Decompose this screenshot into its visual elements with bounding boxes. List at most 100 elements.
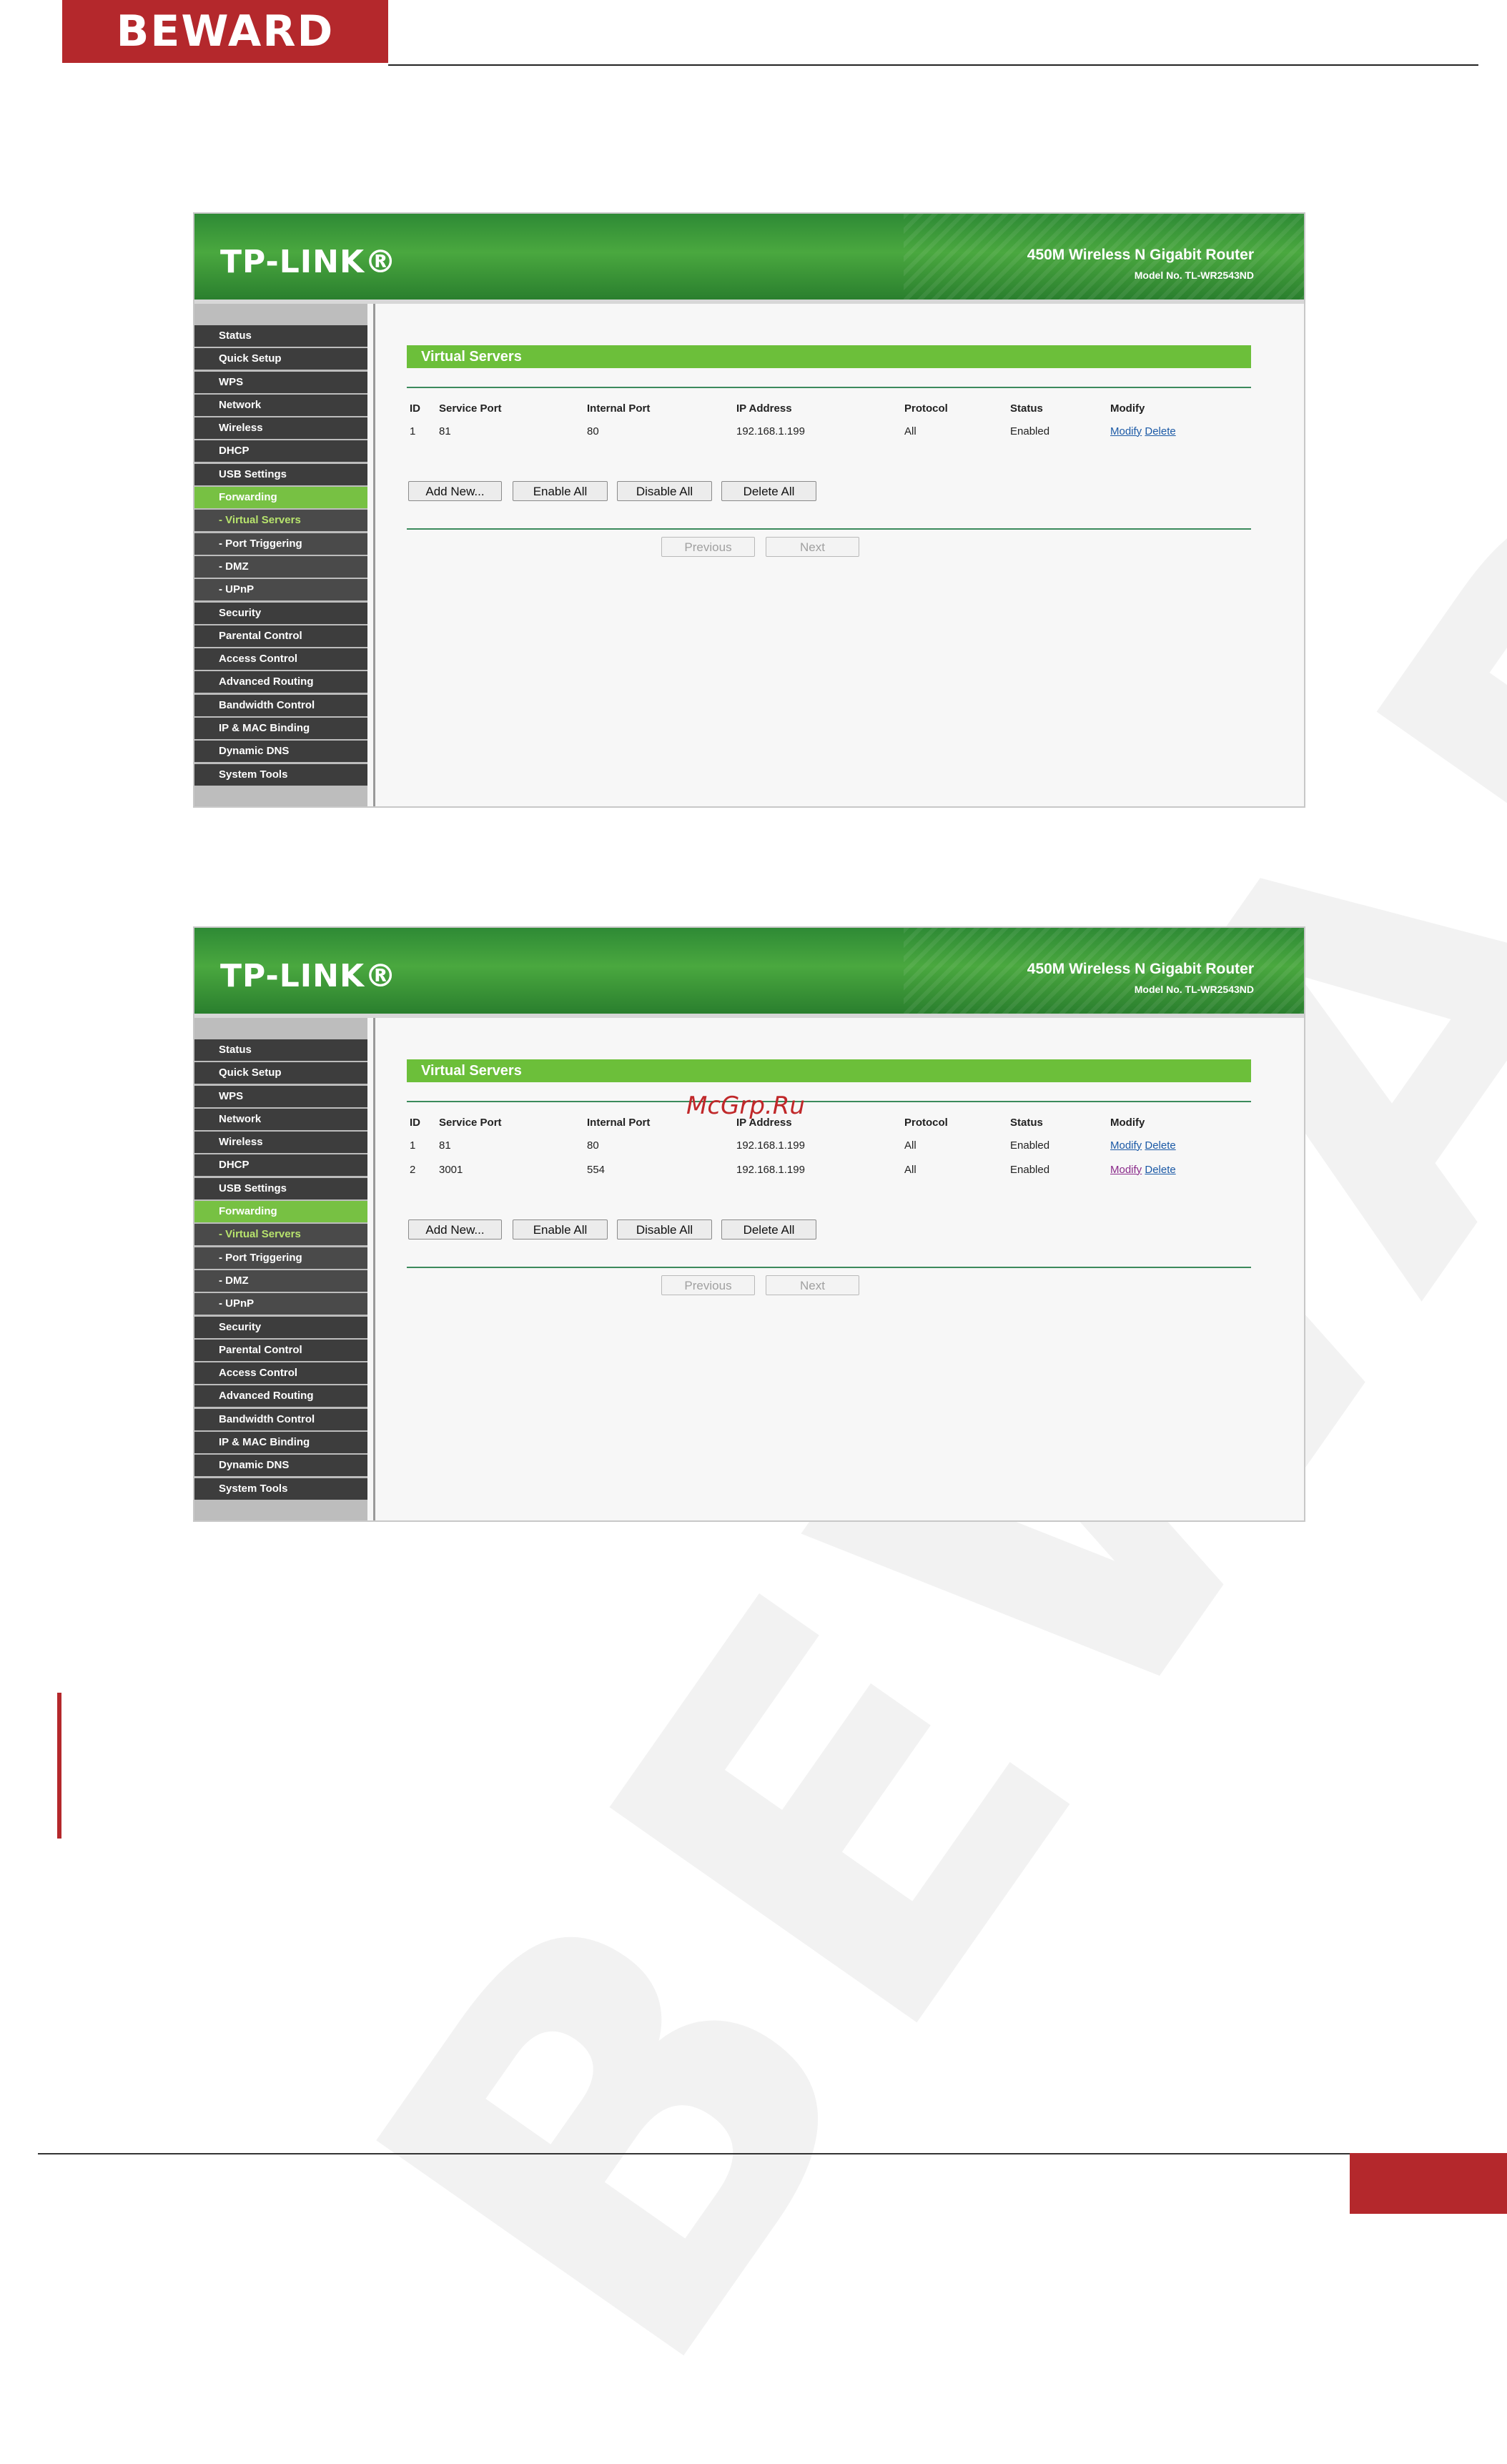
cell-internal-port: 80 [587,1139,599,1152]
cell-modify: Modify Delete [1107,419,1271,443]
cell-modify: Modify Delete [1107,1157,1271,1182]
divider-bottom [407,528,1251,530]
sidebar-item-usb-settings[interactable]: USB Settings [194,463,367,485]
sidebar-item-quick-setup[interactable]: Quick Setup [194,1062,367,1084]
column-header-service-port: Service Port [439,402,502,415]
cell-ip: 192.168.1.199 [736,425,805,437]
sidebar-item-parental-control[interactable]: Parental Control [194,1339,367,1361]
next-button[interactable]: Next [766,537,859,557]
previous-button[interactable]: Previous [661,1275,755,1295]
sidebar-item-status[interactable]: Status [194,1039,367,1061]
sidebar-item-forwarding[interactable]: Forwarding [194,1201,367,1223]
sidebar-item-dynamic-dns[interactable]: Dynamic DNS [194,1455,367,1477]
sidebar-item-port-triggering[interactable]: - Port Triggering [194,1247,367,1269]
footer-brand-block [1350,2153,1507,2214]
sidebar-item-network[interactable]: Network [194,1108,367,1130]
cell-ip: 192.168.1.199 [736,1163,805,1176]
sidebar-item-ip-mac-binding[interactable]: IP & MAC Binding [194,718,367,740]
delete-all-button[interactable]: Delete All [721,481,816,501]
sidebar-item-ip-mac-binding[interactable]: IP & MAC Binding [194,1432,367,1454]
table-row: 1 81 80 192.168.1.199 All Enabled Modify Delet… [407,1133,1271,1157]
table-body: 1 81 80 192.168.1.199 All Enabled Modify Delet… [407,419,1271,443]
cell-ip: 192.168.1.199 [736,1139,805,1152]
sidebar: Status Quick Setup WPS Network Wireless DHCP U… [194,1018,367,1520]
column-header-id: ID [410,402,420,415]
header-rule [388,64,1478,66]
model-number: Model No. TL-WR2543ND [1134,269,1254,281]
enable-all-button[interactable]: Enable All [513,1219,608,1240]
enable-all-button[interactable]: Enable All [513,481,608,501]
delete-link[interactable]: Delete [1145,425,1175,437]
sidebar-item-dmz[interactable]: - DMZ [194,1270,367,1292]
router-header: TP-LINK® 450M Wireless N Gigabit Router … [194,214,1304,300]
sidebar-item-bandwidth-control[interactable]: Bandwidth Control [194,694,367,716]
modify-link[interactable]: Modify [1110,1139,1142,1152]
sidebar-item-parental-control[interactable]: Parental Control [194,625,367,647]
sidebar-item-wps[interactable]: WPS [194,371,367,393]
sidebar-item-system-tools[interactable]: System Tools [194,1478,367,1500]
model-number: Model No. TL-WR2543ND [1134,984,1254,995]
add-new-button[interactable]: Add New... [408,481,502,501]
main-content: Virtual Servers ID Service Port Internal P… [373,1018,1303,1520]
tplink-logo: TP-LINK® [220,958,397,994]
table-header-row: ID Service Port Internal Port IP Address Pro… [407,1112,1271,1133]
sidebar-item-advanced-routing[interactable]: Advanced Routing [194,671,367,693]
cell-service-port: 3001 [439,1163,463,1176]
disable-all-button[interactable]: Disable All [617,481,712,501]
sidebar-menu: Status Quick Setup WPS Network Wireless DHCP U… [194,1039,367,1501]
cell-protocol: All [904,1163,916,1176]
cell-id: 2 [410,1163,416,1176]
product-title: 450M Wireless N Gigabit Router [1027,247,1254,263]
table-row: 2 3001 554 192.168.1.199 All Enabled Modify De… [407,1157,1271,1182]
sidebar-item-network[interactable]: Network [194,394,367,416]
sidebar-item-dmz[interactable]: - DMZ [194,555,367,578]
divider-top [407,387,1251,388]
delete-link[interactable]: Delete [1145,1139,1175,1152]
sidebar-item-advanced-routing[interactable]: Advanced Routing [194,1385,367,1407]
sidebar-item-wps[interactable]: WPS [194,1085,367,1107]
sidebar-item-bandwidth-control[interactable]: Bandwidth Control [194,1408,367,1430]
sidebar-item-access-control[interactable]: Access Control [194,1362,367,1385]
cell-status: Enabled [1010,1139,1050,1152]
cell-id: 1 [410,1139,416,1152]
add-new-button[interactable]: Add New... [408,1219,502,1240]
delete-link[interactable]: Delete [1145,1164,1175,1176]
delete-all-button[interactable]: Delete All [721,1219,816,1240]
sidebar-item-system-tools[interactable]: System Tools [194,763,367,786]
previous-button[interactable]: Previous [661,537,755,557]
sidebar-item-quick-setup[interactable]: Quick Setup [194,348,367,370]
sidebar-item-virtual-servers[interactable]: - Virtual Servers [194,510,367,532]
column-header-modify: Modify [1110,1116,1145,1129]
divider-bottom [407,1267,1251,1268]
table-body: 1 81 80 192.168.1.199 All Enabled Modify Delet… [407,1133,1271,1182]
sidebar-item-upnp[interactable]: - UPnP [194,579,367,601]
cell-protocol: All [904,1139,916,1152]
column-header-status: Status [1010,1116,1043,1129]
sidebar-item-dhcp[interactable]: DHCP [194,1154,367,1177]
sidebar-item-upnp[interactable]: - UPnP [194,1293,367,1315]
cell-modify: Modify Delete [1107,1133,1271,1157]
tplink-logo: TP-LINK® [220,244,397,280]
sidebar-item-wireless[interactable]: Wireless [194,417,367,440]
sidebar-menu: Status Quick Setup WPS Network Wireless DHCP U… [194,325,367,787]
modify-link[interactable]: Modify [1110,1164,1142,1176]
sidebar-item-forwarding[interactable]: Forwarding [194,487,367,509]
next-button[interactable]: Next [766,1275,859,1295]
modify-link[interactable]: Modify [1110,425,1142,437]
sidebar-item-security[interactable]: Security [194,1316,367,1338]
sidebar-item-virtual-servers[interactable]: - Virtual Servers [194,1224,367,1246]
sidebar-item-wireless[interactable]: Wireless [194,1132,367,1154]
brand-logo: BEWARD [62,0,388,63]
sidebar-item-port-triggering[interactable]: - Port Triggering [194,533,367,555]
cell-status: Enabled [1010,425,1050,437]
accent-bar [57,1693,61,1839]
sidebar-item-status[interactable]: Status [194,325,367,347]
site-watermark: McGrp.Ru [686,1092,805,1120]
sidebar-item-dynamic-dns[interactable]: Dynamic DNS [194,741,367,763]
disable-all-button[interactable]: Disable All [617,1219,712,1240]
sidebar-item-dhcp[interactable]: DHCP [194,440,367,462]
cell-service-port: 81 [439,1139,451,1152]
sidebar-item-access-control[interactable]: Access Control [194,648,367,671]
sidebar-item-security[interactable]: Security [194,602,367,624]
sidebar-item-usb-settings[interactable]: USB Settings [194,1177,367,1199]
